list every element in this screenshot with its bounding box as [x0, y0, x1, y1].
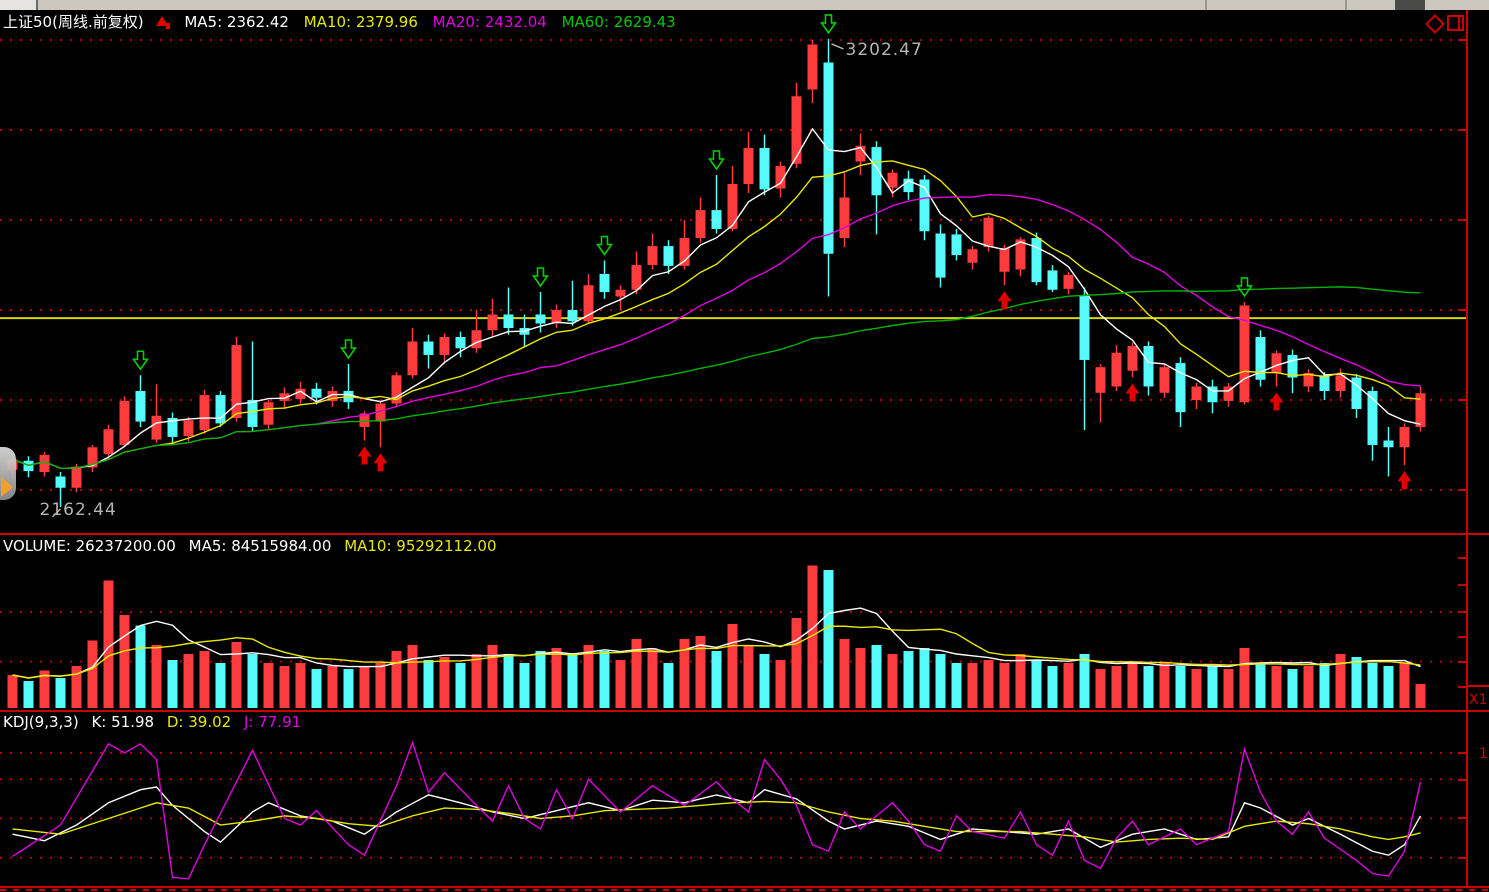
left-marker-triangle-icon	[1, 477, 13, 497]
chart-title: 上证50(周线.前复权)	[3, 13, 144, 31]
volume-ma5-value: MA5: 84515984.00	[189, 537, 332, 555]
kdj-label: KDJ(9,3,3)	[3, 713, 79, 731]
kdj-d-value: D: 39.02	[167, 713, 231, 731]
bottom-border	[0, 886, 1489, 888]
right-axis	[1466, 10, 1468, 888]
chart-header: 上证50(周线.前复权) MA5: 2362.42 MA10: 2379.96 …	[3, 11, 686, 29]
panel-divider-volume-kdj	[0, 710, 1489, 712]
restore-window-icon[interactable]	[1447, 15, 1464, 31]
high-price-annotation: 3202.47	[846, 40, 923, 60]
kdj-axis-label: 1	[1479, 746, 1488, 762]
chart-svg	[0, 0, 1489, 892]
bottom-dashed-line	[0, 889, 1489, 891]
ma60-value: MA60: 2629.43	[562, 13, 676, 31]
low-price-annotation: 2162.44	[40, 500, 117, 520]
volume-header: VOLUME: 26237200.00 MA5: 84515984.00 MA1…	[3, 537, 505, 555]
ma5-value: MA5: 2362.42	[184, 13, 289, 31]
volume-value: VOLUME: 26237200.00	[3, 537, 176, 555]
kdj-k-value: K: 51.98	[91, 713, 154, 731]
kdj-j-value: J: 77.91	[244, 713, 301, 731]
chart-canvas[interactable]	[0, 0, 1489, 892]
ma10-value: MA10: 2379.96	[304, 13, 418, 31]
trend-up-arrow-stem	[166, 23, 170, 29]
trading-app-window: 上证50(周线.前复权) MA5: 2362.42 MA10: 2379.96 …	[0, 0, 1489, 892]
volume-axis-label: X1	[1469, 692, 1488, 708]
panel-divider-main-volume	[0, 533, 1489, 535]
kdj-header: KDJ(9,3,3) K: 51.98 D: 39.02 J: 77.91	[3, 713, 309, 731]
restore-window-icon-pane	[1458, 17, 1460, 29]
volume-ma10-value: MA10: 95292112.00	[344, 537, 496, 555]
ma20-value: MA20: 2432.04	[433, 13, 547, 31]
